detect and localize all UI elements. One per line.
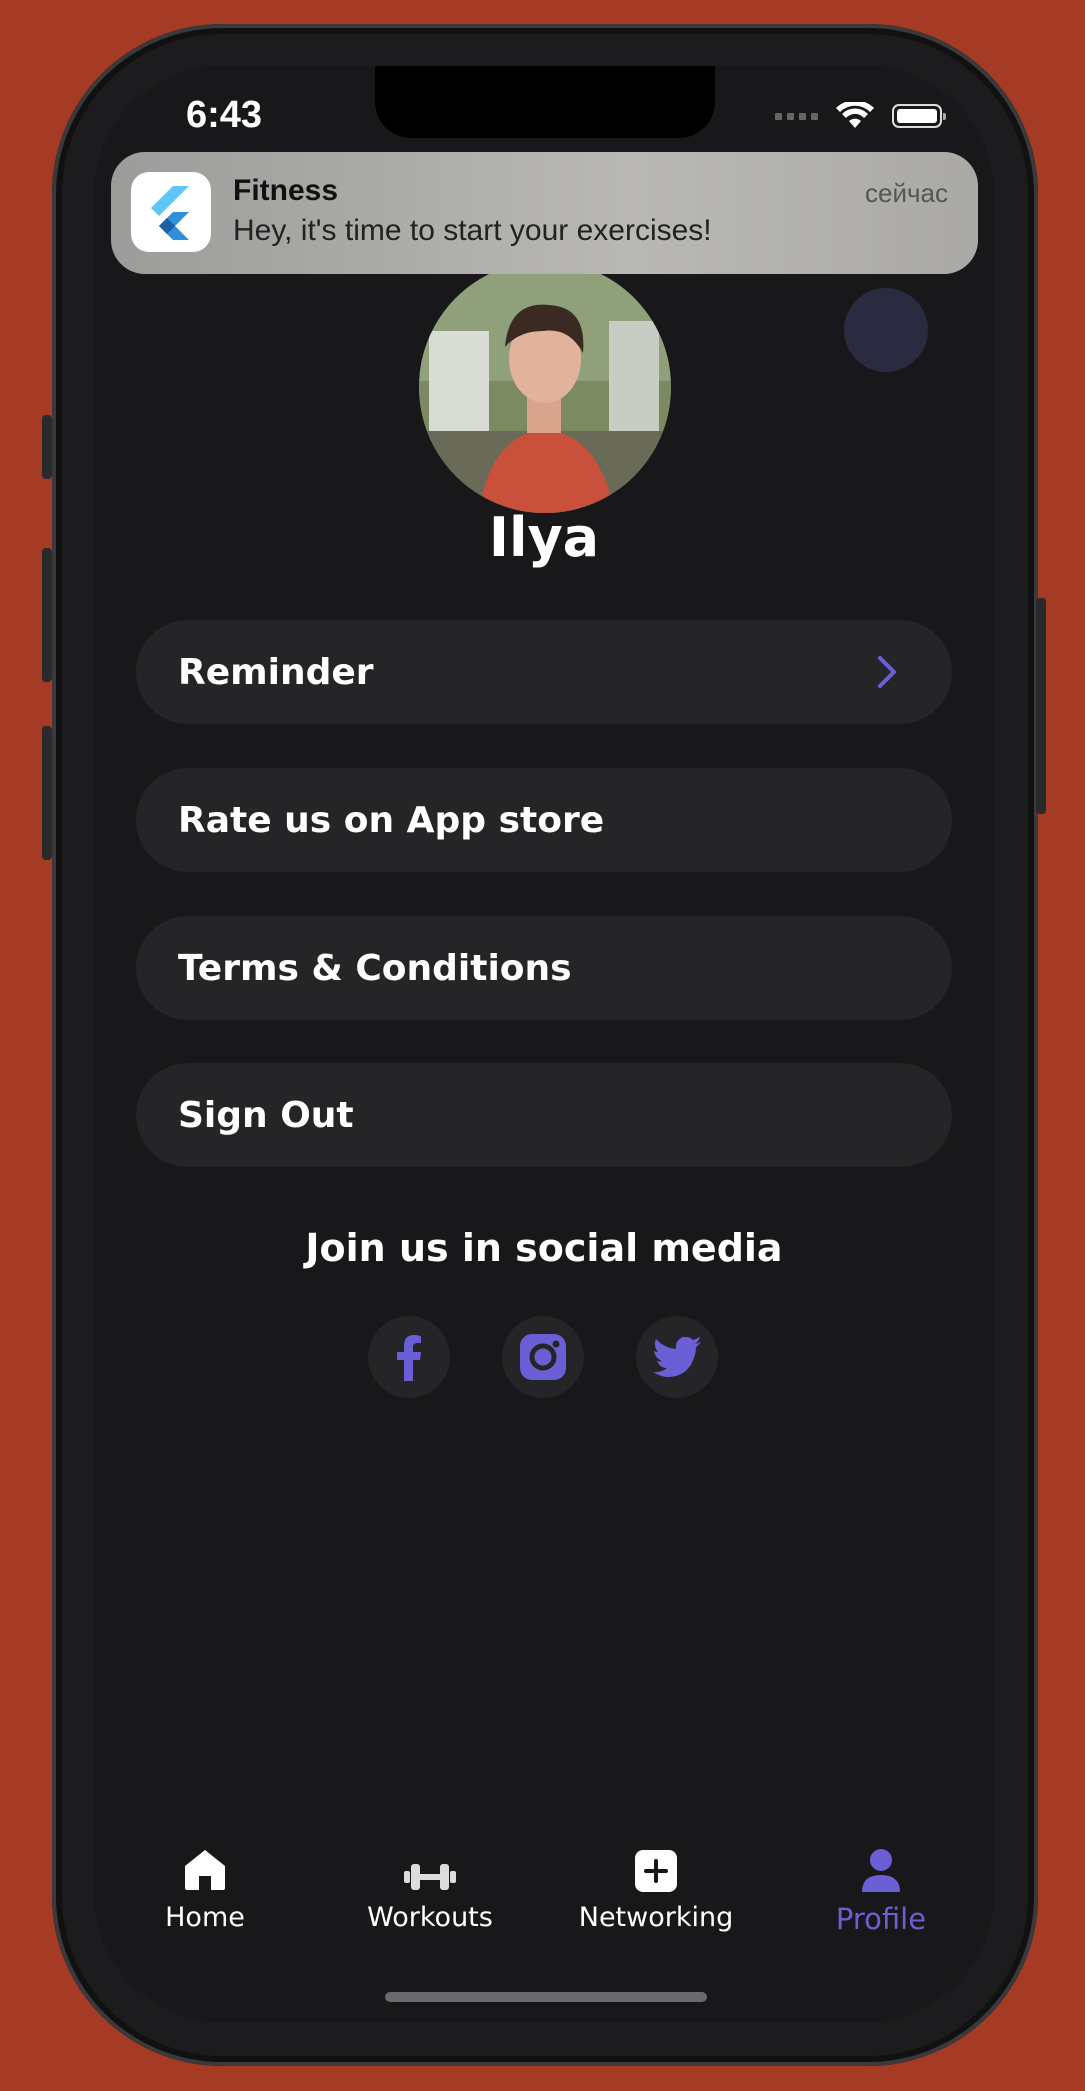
- chevron-right-icon: [878, 656, 896, 688]
- mute-switch: [42, 415, 52, 479]
- avatar: [419, 261, 671, 513]
- rate-app-button[interactable]: Rate us on App store: [136, 768, 952, 872]
- facebook-icon: [397, 1335, 421, 1381]
- twitter-button[interactable]: [636, 1316, 718, 1398]
- sign-out-button[interactable]: Sign Out: [136, 1063, 952, 1167]
- cellular-signal-icon: [775, 112, 818, 120]
- notification-message: Hey, it's time to start your exercises!: [233, 214, 712, 247]
- person-icon: [862, 1849, 900, 1892]
- terms-button[interactable]: Terms & Conditions: [136, 916, 952, 1020]
- tab-label: Profile: [835, 1902, 927, 1936]
- tab-bar: Home Workouts Networking Profile: [94, 1836, 994, 1956]
- notification-banner[interactable]: Fitness Hey, it's time to start your exe…: [111, 152, 978, 274]
- tab-label: Networking: [578, 1902, 734, 1933]
- tab-profile[interactable]: Profile: [791, 1836, 971, 1936]
- screen: 6:43 Fitness Hey, it's time to start you…: [94, 66, 994, 2022]
- tab-label: Workouts: [367, 1902, 493, 1933]
- social-title: Join us in social media: [305, 1226, 783, 1270]
- menu-item-label: Reminder: [178, 651, 374, 693]
- power-button: [1036, 598, 1046, 814]
- app-icon: [131, 172, 211, 252]
- notch: [375, 66, 715, 138]
- edit-profile-button[interactable]: [844, 288, 928, 372]
- reminder-button[interactable]: Reminder: [136, 620, 952, 724]
- tab-networking[interactable]: Networking: [566, 1836, 746, 1933]
- notification-app-name: Fitness: [233, 174, 339, 207]
- twitter-icon: [653, 1337, 701, 1377]
- avatar-photo: [419, 261, 671, 513]
- notification-time: сейчас: [865, 178, 948, 208]
- battery-icon: [892, 104, 946, 128]
- dumbbell-icon: [404, 1864, 456, 1890]
- plus-square-icon: [635, 1850, 677, 1892]
- menu-item-label: Rate us on App store: [178, 799, 605, 841]
- menu-item-label: Terms & Conditions: [178, 947, 572, 989]
- facebook-button[interactable]: [368, 1316, 450, 1398]
- menu-item-label: Sign Out: [178, 1094, 354, 1136]
- volume-up-button: [42, 548, 52, 682]
- profile-name: Ilya: [488, 506, 600, 569]
- status-icons: [775, 102, 946, 130]
- instagram-icon: [520, 1334, 566, 1380]
- tab-workouts[interactable]: Workouts: [340, 1836, 520, 1933]
- home-icon: [185, 1850, 225, 1890]
- tab-home[interactable]: Home: [115, 1836, 295, 1933]
- tab-label: Home: [165, 1902, 245, 1933]
- status-time: 6:43: [186, 94, 263, 136]
- wifi-icon: [836, 102, 874, 128]
- instagram-button[interactable]: [502, 1316, 584, 1398]
- home-indicator[interactable]: [385, 1992, 707, 2002]
- volume-down-button: [42, 726, 52, 860]
